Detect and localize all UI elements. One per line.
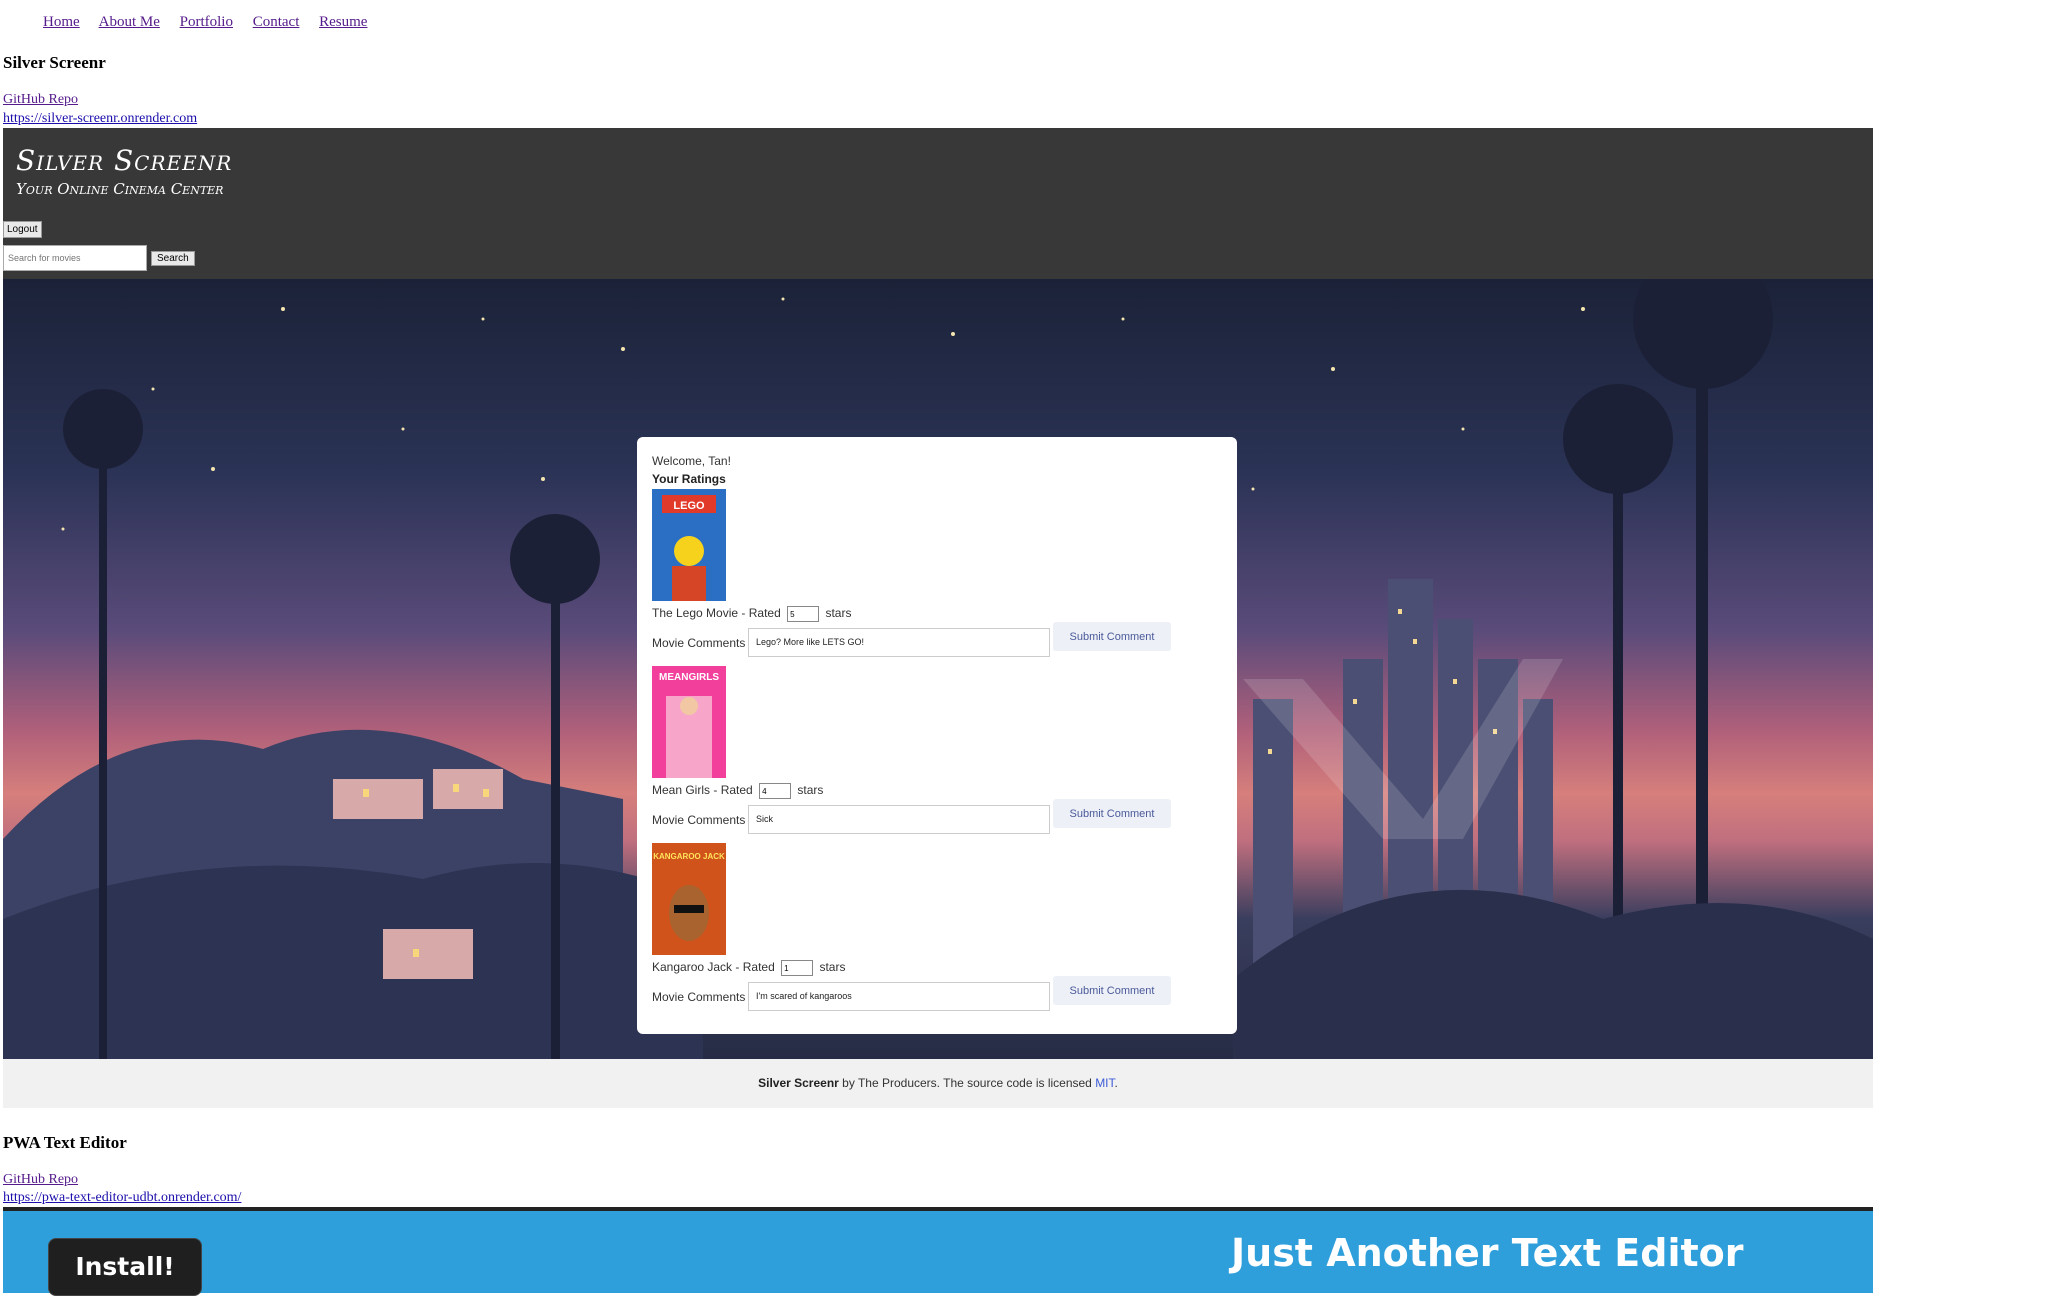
search-button[interactable]: Search: [151, 251, 195, 266]
footer-brand: Silver Screenr: [758, 1076, 839, 1090]
footer-license-link[interactable]: MIT: [1095, 1076, 1114, 1090]
rated-label: - Rated: [713, 783, 753, 798]
ss-logo-title: Silver Screenr: [16, 144, 233, 177]
rated-label: - Rated: [735, 960, 775, 975]
movie-comments-label: Movie Comments: [652, 813, 746, 827]
install-button[interactable]: Install!: [48, 1238, 202, 1296]
ss-footer: Silver Screenr by The Producers. The sou…: [3, 1059, 1873, 1108]
rating-input[interactable]: [787, 606, 820, 622]
comment-input[interactable]: I'm scared of kangaroos: [748, 982, 1050, 1011]
stars-label: stars: [825, 606, 852, 621]
ratings-card: Welcome, Tan! Your Ratings LEGO The Lego…: [637, 437, 1237, 1034]
logout-button[interactable]: Logout: [3, 221, 42, 238]
footer-end: .: [1114, 1076, 1118, 1090]
search-input[interactable]: [3, 245, 147, 271]
movie-title: Mean Girls: [652, 783, 711, 798]
poster-title: KANGAROO JACK: [653, 852, 725, 861]
footer-text: by The Producers. The source code is lic…: [838, 1076, 1096, 1090]
movie-title: Kangaroo Jack: [652, 960, 733, 975]
ss-header: Silver Screenr Your Online Cinema Center…: [3, 128, 1873, 279]
silver-screenr-repo-link[interactable]: GitHub Repo: [3, 92, 78, 108]
movie-rating-item: KANGAROO JACK Kangaroo Jack - Rated star…: [652, 843, 1232, 1019]
your-ratings-heading: Your Ratings: [652, 472, 726, 486]
nav-home-link[interactable]: Home: [43, 14, 80, 30]
submit-comment-button[interactable]: Submit Comment: [1053, 799, 1171, 828]
nav-about-link[interactable]: About Me: [99, 14, 160, 30]
movie-rating-item: LEGO The Lego Movie - Rated stars Movie …: [652, 489, 1232, 665]
stars-label: stars: [797, 783, 824, 798]
rating-input[interactable]: [781, 960, 814, 976]
nav-contact-link[interactable]: Contact: [253, 14, 300, 30]
movie-title: The Lego Movie: [652, 606, 739, 621]
rated-label: - Rated: [741, 606, 781, 621]
nav-portfolio-link[interactable]: Portfolio: [180, 14, 233, 30]
poster-title: MEANGIRLS: [659, 672, 719, 683]
top-nav: Home About Me Portfolio Contact Resume: [43, 14, 383, 31]
stars-label: stars: [819, 960, 846, 975]
movie-poster: MEANGIRLS: [652, 666, 726, 778]
nav-resume-link[interactable]: Resume: [319, 14, 367, 30]
welcome-text: Welcome, Tan!: [652, 454, 731, 468]
pwa-app-title: Just Another Text Editor: [1231, 1231, 1744, 1275]
pwa-text-editor-screenshot: Install! Just Another Text Editor: [3, 1207, 1873, 1296]
project-title-pwa-text-editor: PWA Text Editor: [3, 1133, 127, 1152]
ss-logo-subtitle: Your Online Cinema Center: [16, 180, 224, 198]
movie-comments-label: Movie Comments: [652, 990, 746, 1004]
movie-comments-label: Movie Comments: [652, 636, 746, 650]
movie-rating-item: MEANGIRLS Mean Girls - Rated stars Movie…: [652, 666, 1232, 842]
submit-comment-button[interactable]: Submit Comment: [1053, 622, 1171, 651]
movie-poster: LEGO: [652, 489, 726, 601]
poster-title: LEGO: [673, 500, 705, 512]
comment-input[interactable]: Sick: [748, 805, 1050, 834]
movie-rating-line: Mean Girls - Rated stars: [652, 783, 823, 799]
movie-rating-line: The Lego Movie - Rated stars: [652, 606, 851, 622]
submit-comment-button[interactable]: Submit Comment: [1053, 976, 1171, 1005]
silver-screenr-screenshot: Silver Screenr Your Online Cinema Center…: [3, 128, 1873, 1108]
rating-input[interactable]: [759, 783, 792, 799]
city-night-background: Welcome, Tan! Your Ratings LEGO The Lego…: [3, 279, 1873, 1059]
movie-poster: KANGAROO JACK: [652, 843, 726, 955]
silver-screenr-url-link[interactable]: https://silver-screenr.onrender.com: [3, 111, 197, 127]
comment-input[interactable]: Lego? More like LETS GO!: [748, 628, 1050, 657]
pwa-url-link[interactable]: https://pwa-text-editor-udbt.onrender.co…: [3, 1190, 241, 1206]
pwa-repo-link[interactable]: GitHub Repo: [3, 1172, 78, 1188]
project-title-silver-screenr: Silver Screenr: [3, 53, 106, 72]
movie-rating-line: Kangaroo Jack - Rated stars: [652, 960, 845, 976]
